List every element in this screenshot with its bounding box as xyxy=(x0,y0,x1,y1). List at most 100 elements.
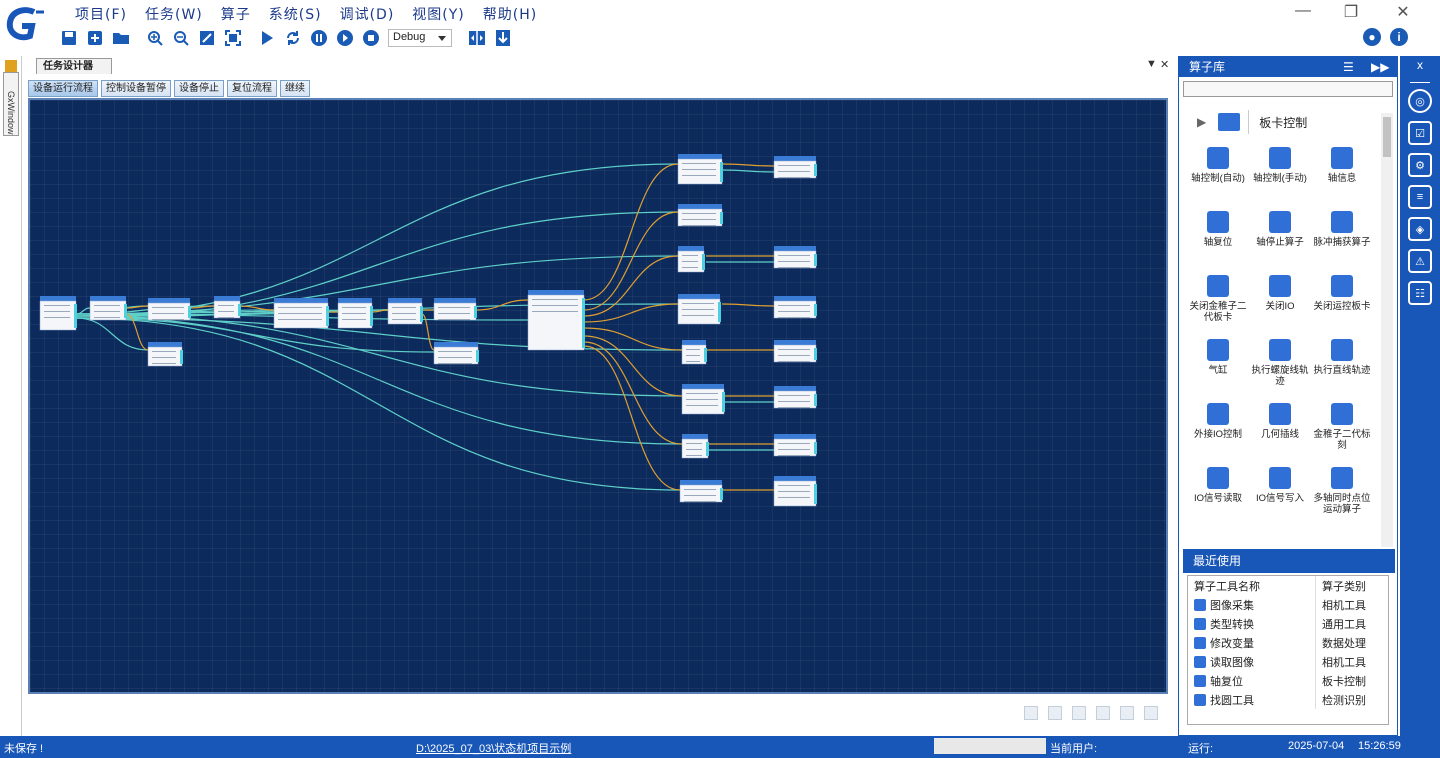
flow-node[interactable] xyxy=(773,246,817,269)
save-icon[interactable] xyxy=(56,27,82,49)
flow-node[interactable] xyxy=(681,434,709,459)
recent-row[interactable]: 读取图像 相机工具 xyxy=(1188,652,1388,671)
menu-debug[interactable]: 调试(D) xyxy=(331,4,404,24)
fit-view-icon[interactable] xyxy=(194,27,220,49)
scrollbar-thumb[interactable] xyxy=(1383,117,1391,157)
list-menu-icon[interactable]: ☰ xyxy=(1343,57,1354,77)
operator-item[interactable]: 关闭金稚子二代板卡 xyxy=(1187,273,1249,329)
recent-row[interactable]: 轴复位 板卡控制 xyxy=(1188,671,1388,690)
flow-node[interactable] xyxy=(213,296,241,319)
operator-item[interactable]: 几何插线 xyxy=(1249,401,1311,457)
flow-node[interactable] xyxy=(681,384,725,415)
zoom-out-icon[interactable] xyxy=(168,27,194,49)
debug-mode-select[interactable]: Debug xyxy=(388,29,452,47)
stop-icon[interactable] xyxy=(358,27,384,49)
layers-icon[interactable]: ◈ xyxy=(1408,217,1432,241)
operator-item[interactable]: 轴信息 xyxy=(1311,145,1373,201)
operator-item[interactable]: 轴控制(自动) xyxy=(1187,145,1249,201)
flow-node[interactable] xyxy=(433,342,479,365)
menu-help[interactable]: 帮助(H) xyxy=(474,4,546,24)
operator-item[interactable]: 脉冲捕获算子 xyxy=(1311,209,1373,265)
gxwindow-tab[interactable]: GxWindow xyxy=(3,72,19,136)
tab-device-run[interactable]: 设备运行流程 xyxy=(28,80,98,97)
collapse-icon[interactable]: ▶▶ xyxy=(1371,57,1389,77)
recent-row[interactable]: 找圆工具 检测识别 xyxy=(1188,690,1388,709)
flow-node[interactable] xyxy=(677,154,723,185)
doc-close-icon[interactable]: ✕ xyxy=(1160,58,1169,71)
operator-item[interactable]: 关闭运控板卡 xyxy=(1311,273,1373,329)
flow-node[interactable] xyxy=(39,296,77,331)
flow-node[interactable] xyxy=(147,342,183,367)
flow-canvas[interactable] xyxy=(28,98,1168,694)
paste-icon[interactable] xyxy=(1096,706,1110,720)
category-board-control[interactable]: ▶ 板卡控制 xyxy=(1179,105,1379,139)
flow-node[interactable] xyxy=(773,296,817,319)
expand-arrow-icon[interactable]: ▶ xyxy=(1197,115,1206,129)
flow-node[interactable] xyxy=(273,298,329,329)
maximize-button[interactable]: ❐ xyxy=(1336,2,1366,22)
tab-stop[interactable]: 设备停止 xyxy=(174,80,224,97)
log-icon[interactable]: ☷ xyxy=(1408,281,1432,305)
operator-item[interactable]: 气缸 xyxy=(1187,337,1249,393)
user-icon[interactable]: ● xyxy=(1363,28,1381,46)
fullscreen-icon[interactable] xyxy=(220,27,246,49)
new-icon[interactable] xyxy=(82,27,108,49)
operator-search-input[interactable] xyxy=(1183,81,1393,97)
operator-item[interactable]: 执行螺旋线轨迹 xyxy=(1249,337,1311,393)
operator-item[interactable]: IO信号写入 xyxy=(1249,465,1311,521)
delete-icon[interactable] xyxy=(1120,706,1134,720)
tab-reset[interactable]: 复位流程 xyxy=(227,80,277,97)
flow-node[interactable] xyxy=(773,434,817,457)
flow-node[interactable] xyxy=(679,480,723,503)
operator-item[interactable]: 关闭IO xyxy=(1249,273,1311,329)
operator-item[interactable]: 轴控制(手动) xyxy=(1249,145,1311,201)
flow-node[interactable] xyxy=(337,298,373,329)
flow-node[interactable] xyxy=(677,204,723,227)
flow-node[interactable] xyxy=(677,246,705,273)
pause-icon[interactable] xyxy=(306,27,332,49)
task-designer-tab[interactable]: 任务设计器 xyxy=(36,58,112,74)
ungroup-icon[interactable] xyxy=(1048,706,1062,720)
zoom-in-icon[interactable] xyxy=(142,27,168,49)
flow-node[interactable] xyxy=(147,298,191,321)
recent-row[interactable]: 图像采集 相机工具 xyxy=(1188,595,1388,614)
menu-system[interactable]: 系统(S) xyxy=(260,4,331,24)
run-icon[interactable] xyxy=(254,27,280,49)
copy-icon[interactable] xyxy=(1072,706,1086,720)
operator-item[interactable]: 外接IO控制 xyxy=(1187,401,1249,457)
flow-node[interactable] xyxy=(387,298,423,325)
operator-item[interactable]: 金稚子二代标刻 xyxy=(1311,401,1373,457)
tab-pause[interactable]: 控制设备暂停 xyxy=(101,80,171,97)
minimize-button[interactable]: — xyxy=(1288,2,1318,20)
step-icon[interactable] xyxy=(332,27,358,49)
flow-node[interactable] xyxy=(677,294,721,325)
orbit-icon[interactable]: ◎ xyxy=(1408,89,1432,113)
operator-item[interactable]: IO信号读取 xyxy=(1187,465,1249,521)
list-icon[interactable]: ≡ xyxy=(1408,185,1432,209)
flow-node[interactable] xyxy=(527,290,585,351)
warning-icon[interactable]: ⚠ xyxy=(1408,249,1432,273)
tab-continue[interactable]: 继续 xyxy=(280,80,310,97)
flow-node[interactable] xyxy=(681,340,707,365)
settings-list-icon[interactable]: ⚙ xyxy=(1408,153,1432,177)
recent-row[interactable]: 修改变量 数据处理 xyxy=(1188,633,1388,652)
operator-item[interactable]: 轴停止算子 xyxy=(1249,209,1311,265)
menu-operator[interactable]: 算子 xyxy=(212,4,260,24)
operator-item[interactable]: 轴复位 xyxy=(1187,209,1249,265)
flow-node[interactable] xyxy=(773,386,817,409)
far-right-close[interactable]: x xyxy=(1400,56,1440,72)
close-button[interactable]: ✕ xyxy=(1388,2,1418,22)
flow-node[interactable] xyxy=(773,156,817,179)
flow-node[interactable] xyxy=(773,340,817,363)
operator-item[interactable]: 执行直线轨迹 xyxy=(1311,337,1373,393)
download-icon[interactable] xyxy=(490,27,516,49)
info-icon[interactable]: i xyxy=(1390,28,1408,46)
doc-dropdown-icon[interactable]: ▼ xyxy=(1146,58,1157,70)
flow-node[interactable] xyxy=(89,296,127,321)
loop-run-icon[interactable] xyxy=(280,27,306,49)
flow-node[interactable] xyxy=(433,298,477,321)
open-folder-icon[interactable] xyxy=(108,27,134,49)
menu-task[interactable]: 任务(W) xyxy=(136,4,212,24)
split-icon[interactable] xyxy=(464,27,490,49)
menu-view[interactable]: 视图(Y) xyxy=(403,4,473,24)
